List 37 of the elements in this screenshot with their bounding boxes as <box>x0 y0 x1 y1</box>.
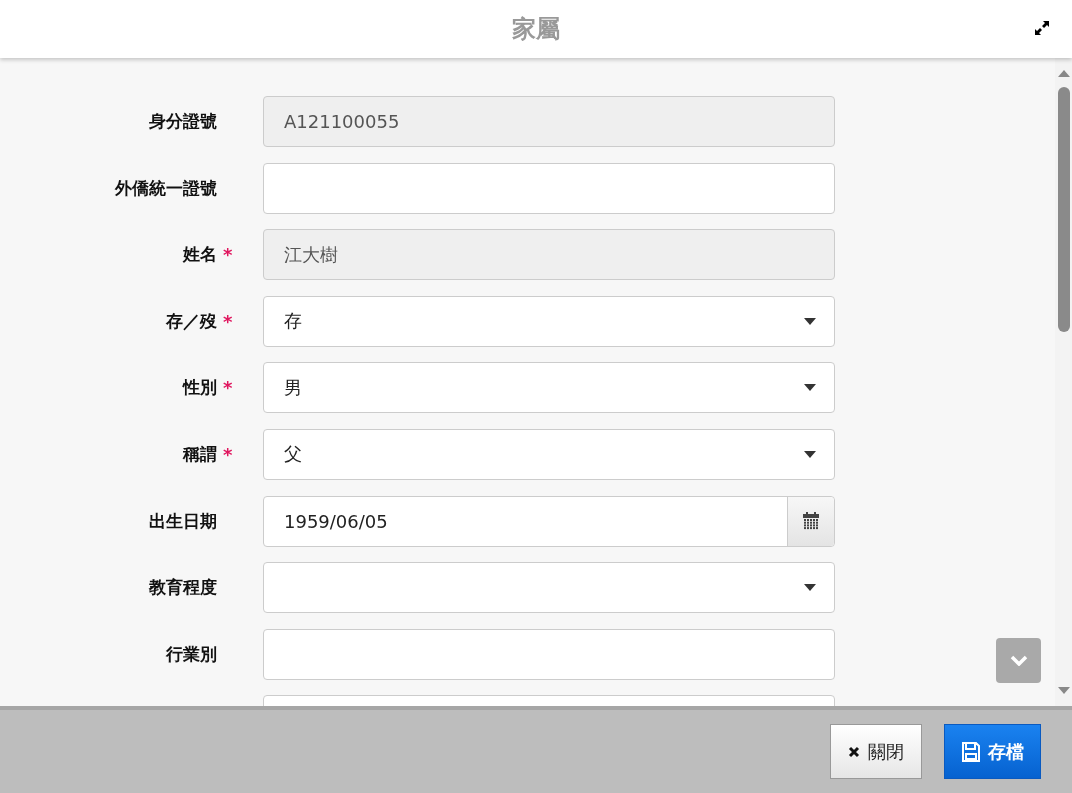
select-field[interactable] <box>263 562 835 614</box>
field-label: 外僑統一證號 <box>115 176 217 200</box>
caret-icon <box>804 384 816 392</box>
required-mark: * <box>223 310 233 332</box>
field-label: 性別 <box>183 376 217 400</box>
field-label: 出生日期 <box>149 509 217 533</box>
input-field[interactable] <box>263 628 835 680</box>
calendar-icon <box>802 512 820 531</box>
select-field[interactable]: 父 <box>263 428 835 480</box>
chevron-down-icon <box>1009 655 1028 666</box>
input-field[interactable] <box>263 162 835 214</box>
dialog-title: 家屬 <box>512 14 560 45</box>
caret-icon <box>804 317 816 325</box>
caret-icon <box>804 450 816 458</box>
required-mark: * <box>223 244 233 266</box>
scrollbar[interactable] <box>1055 58 1072 706</box>
scroll-down-button[interactable] <box>996 638 1041 683</box>
select-field[interactable]: 存 <box>263 295 835 347</box>
field-label: 存／歿 <box>166 309 217 333</box>
field-label: 行業別 <box>166 642 217 666</box>
field-label: 姓名 <box>183 243 217 267</box>
field-label: 身分證號 <box>149 110 217 133</box>
scrollbar-thumb[interactable] <box>1057 87 1070 332</box>
caret-icon <box>804 584 816 592</box>
calendar-button[interactable] <box>787 496 834 546</box>
close-icon <box>848 745 860 758</box>
field-label: 稱謂 <box>183 442 217 466</box>
required-mark: * <box>223 443 233 465</box>
field-label: 教育程度 <box>149 576 217 600</box>
select-field[interactable]: 男 <box>263 362 835 414</box>
scroll-down-icon[interactable] <box>1057 687 1070 694</box>
required-mark: * <box>223 377 233 399</box>
expand-icon[interactable] <box>1034 20 1050 36</box>
close-button[interactable]: 關閉 <box>830 724 922 779</box>
scroll-up-icon[interactable] <box>1057 70 1070 77</box>
save-button[interactable]: 存檔 <box>944 724 1041 779</box>
date-field[interactable]: 1959/06/05 <box>263 495 835 547</box>
